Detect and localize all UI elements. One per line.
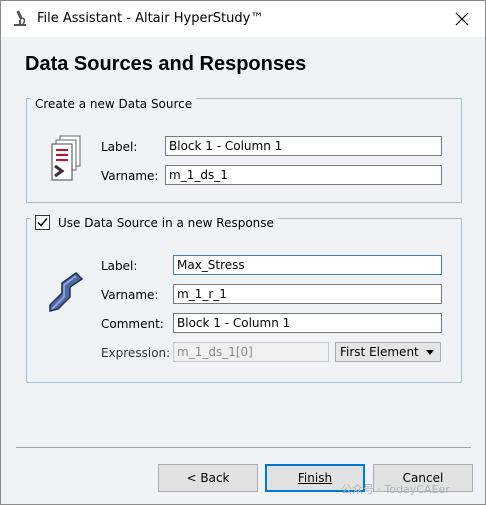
resp-expression-field: m_1_ds_1[0] — [173, 342, 329, 362]
microscope-icon — [14, 10, 26, 26]
use-in-response-toggle[interactable]: Use Data Source in a new Response — [31, 215, 278, 230]
ds-varname-caption: Varname: — [101, 169, 159, 183]
resp-comment-field[interactable]: Block 1 - Column 1 — [173, 313, 442, 333]
ds-varname-field[interactable]: m_1_ds_1 — [165, 165, 442, 185]
resp-label-caption: Label: — [101, 259, 138, 273]
page-title: Data Sources and Responses — [25, 53, 307, 75]
resp-varname-caption: Varname: — [101, 288, 159, 302]
resp-label-field[interactable]: Max_Stress — [173, 255, 442, 275]
resp-varname-field[interactable]: m_1_r_1 — [173, 284, 442, 304]
ds-label-caption: Label: — [101, 140, 138, 154]
expression-mode-value: First Element — [340, 345, 419, 359]
data-source-group-title: Create a new Data Source — [31, 97, 197, 111]
finish-button-label: Finish — [297, 471, 333, 485]
close-button[interactable] — [439, 1, 485, 37]
window-title: File Assistant - Altair HyperStudy™ — [37, 11, 264, 26]
watermark: 公众号 · TodayCAEer — [341, 483, 450, 496]
data-source-icon — [51, 135, 81, 181]
resp-expression-caption: Expression: — [101, 346, 171, 360]
use-in-response-label: Use Data Source in a new Response — [58, 215, 274, 230]
close-icon — [455, 12, 469, 26]
title-bar: File Assistant - Altair HyperStudy™ — [1, 1, 485, 37]
back-button[interactable]: < Back — [158, 464, 258, 492]
file-assistant-window: File Assistant - Altair HyperStudy™ Data… — [0, 0, 486, 505]
footer-divider — [16, 447, 471, 448]
response-icon — [49, 272, 84, 312]
page-header: Data Sources and Responses — [1, 37, 485, 89]
use-in-response-checkbox[interactable] — [35, 215, 50, 230]
ds-label-field[interactable]: Block 1 - Column 1 — [165, 136, 442, 156]
expression-mode-dropdown[interactable]: First Element — [335, 342, 441, 362]
checkmark-icon — [37, 218, 48, 227]
chevron-down-icon — [426, 350, 434, 355]
resp-comment-caption: Comment: — [101, 317, 164, 331]
